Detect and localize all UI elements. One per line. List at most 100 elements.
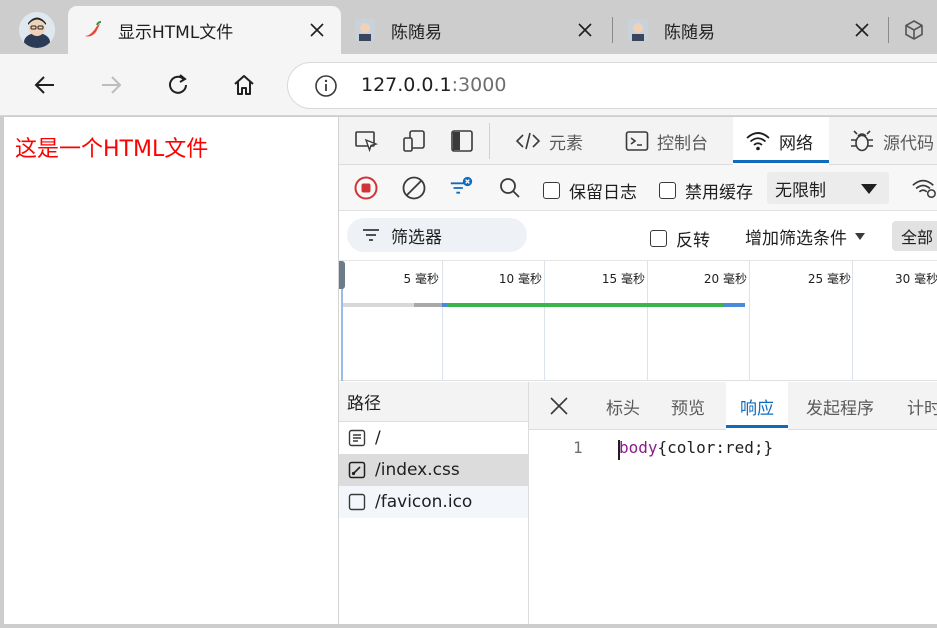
- tab-label: 网络: [779, 133, 813, 154]
- request-row[interactable]: /favicon.ico: [339, 486, 528, 518]
- filter-bar: 筛选器 反转 增加筛选条件 全部: [339, 211, 937, 261]
- forward-button[interactable]: [93, 67, 129, 103]
- response-code-viewer[interactable]: 1 body{color:red;}: [529, 430, 937, 624]
- request-name: /favicon.ico: [375, 492, 473, 512]
- url-port: :3000: [451, 74, 507, 96]
- tab-label: 控制台: [657, 133, 708, 154]
- invert-checkbox[interactable]: 反转: [650, 226, 710, 251]
- close-tab-icon[interactable]: [307, 20, 327, 40]
- request-row[interactable]: /index.css: [339, 454, 528, 486]
- tab-title: 陈随易: [664, 22, 715, 43]
- throttling-select[interactable]: 无限制: [767, 172, 889, 204]
- timeline-tick-label: 10 毫秒: [498, 272, 542, 286]
- tab-console[interactable]: 控制台: [615, 117, 727, 165]
- chevron-down-icon: [855, 233, 865, 240]
- document-icon: [347, 428, 367, 448]
- tab-chensuiyi-2[interactable]: 陈随易: [614, 6, 886, 54]
- filter-all-chip[interactable]: 全部: [892, 221, 937, 251]
- url-text[interactable]: 127.0.0.1:3000: [361, 74, 506, 96]
- timeline-bar-wait: [414, 303, 442, 307]
- filter-placeholder: 筛选器: [391, 227, 442, 248]
- close-tab-icon[interactable]: [852, 20, 872, 40]
- checkbox-label: 反转: [676, 231, 710, 251]
- disable-cache-checkbox[interactable]: 禁用缓存: [659, 178, 753, 203]
- tab-network[interactable]: 网络: [733, 117, 829, 165]
- profile-avatar[interactable]: [19, 12, 55, 48]
- tab-elements[interactable]: 元素: [505, 117, 603, 165]
- network-conditions-icon[interactable]: [911, 175, 937, 201]
- css-brace-open: {: [657, 438, 668, 457]
- tab-chensuiyi-1[interactable]: 陈随易: [341, 6, 609, 54]
- request-name: /: [375, 428, 381, 448]
- column-header-path: 路径: [347, 394, 381, 414]
- timeline-bar-end: [723, 303, 745, 307]
- dropdown-caret-icon: [861, 184, 877, 194]
- checkbox-label: 保留日志: [569, 183, 637, 203]
- dropdown-label: 增加筛选条件: [745, 229, 847, 249]
- css-selector: body: [619, 438, 658, 457]
- tab-show-html[interactable]: 显示HTML文件: [68, 6, 341, 54]
- checkbox-label: 禁用缓存: [685, 183, 753, 203]
- timeline-tick-label: 25 毫秒: [807, 272, 851, 286]
- close-tab-icon[interactable]: [575, 20, 595, 40]
- tab-timing[interactable]: 计时: [893, 382, 937, 430]
- network-overview-timeline[interactable]: 5 毫秒 10 毫秒 15 毫秒 20 毫秒 25 毫秒 30 毫秒: [339, 261, 937, 381]
- detail-tab-bar: 标头 预览 响应 发起程序 计时: [529, 382, 937, 430]
- tab-initiator[interactable]: 发起程序: [792, 382, 888, 430]
- avatar-icon: [19, 12, 55, 48]
- close-icon[interactable]: [548, 395, 570, 417]
- window-frame: [0, 624, 937, 628]
- timeline-tick-label: 30 毫秒: [895, 272, 937, 286]
- stylesheet-icon: [347, 460, 367, 480]
- request-list: 路径 / /index.css /favicon.ico: [339, 382, 529, 624]
- reload-icon: [169, 74, 187, 94]
- tab-headers[interactable]: 标头: [592, 382, 654, 430]
- request-detail-pane: 标头 预览 响应 发起程序 计时 1 body{color:red;}: [529, 382, 937, 624]
- more-filters-dropdown[interactable]: 增加筛选条件: [745, 224, 865, 249]
- checkbox-box: [543, 182, 560, 199]
- back-button[interactable]: [27, 67, 63, 103]
- tab-label: 发起程序: [806, 398, 874, 419]
- home-icon: [234, 75, 254, 95]
- home-button[interactable]: [226, 67, 262, 103]
- tab-strip: 显示HTML文件 陈随易 陈随易: [0, 0, 937, 54]
- dock-side-icon[interactable]: [449, 128, 475, 154]
- address-bar[interactable]: 127.0.0.1:3000: [287, 62, 937, 109]
- url-host: 127.0.0.1: [361, 74, 452, 96]
- tab-sources[interactable]: 源代码: [839, 117, 937, 165]
- filter-toggle-icon[interactable]: [448, 175, 474, 201]
- avatar-favicon-icon: [626, 18, 650, 42]
- site-info-icon[interactable]: [314, 74, 338, 98]
- tab-response[interactable]: 响应: [726, 382, 788, 430]
- request-row[interactable]: /: [339, 422, 528, 454]
- reload-button[interactable]: [160, 67, 196, 103]
- tab-label: 标头: [606, 398, 640, 419]
- console-icon: [625, 131, 649, 151]
- code-line: body{color:red;}: [619, 438, 773, 457]
- inspect-element-icon[interactable]: [353, 128, 379, 154]
- timeline-gridline: [852, 261, 853, 381]
- request-name: /index.css: [375, 460, 460, 480]
- checkbox-box: [650, 230, 667, 247]
- preserve-log-checkbox[interactable]: 保留日志: [543, 178, 637, 203]
- timeline-tick-label: 5 毫秒: [403, 272, 439, 286]
- cube-icon: [902, 18, 926, 42]
- timeline-gridline: [544, 261, 545, 381]
- timeline-tick-label: 20 毫秒: [703, 272, 747, 286]
- request-list-header[interactable]: 路径: [339, 382, 528, 422]
- tab-extension[interactable]: [890, 6, 937, 54]
- code-brackets-icon: [515, 132, 541, 150]
- throttling-value: 无限制: [775, 180, 826, 201]
- tab-preview[interactable]: 预览: [657, 382, 719, 430]
- timeline-drag-handle[interactable]: [339, 261, 345, 289]
- filter-input[interactable]: 筛选器: [347, 218, 527, 252]
- css-value: red: [724, 438, 754, 457]
- timeline-bar-download: [447, 303, 723, 307]
- tab-label: 计时: [907, 398, 937, 419]
- clear-icon[interactable]: [401, 175, 427, 201]
- chili-icon: [80, 18, 104, 42]
- device-emulation-icon[interactable]: [401, 128, 427, 154]
- record-stop-icon[interactable]: [353, 175, 379, 201]
- timeline-tick-label: 15 毫秒: [601, 272, 645, 286]
- search-icon[interactable]: [497, 175, 523, 201]
